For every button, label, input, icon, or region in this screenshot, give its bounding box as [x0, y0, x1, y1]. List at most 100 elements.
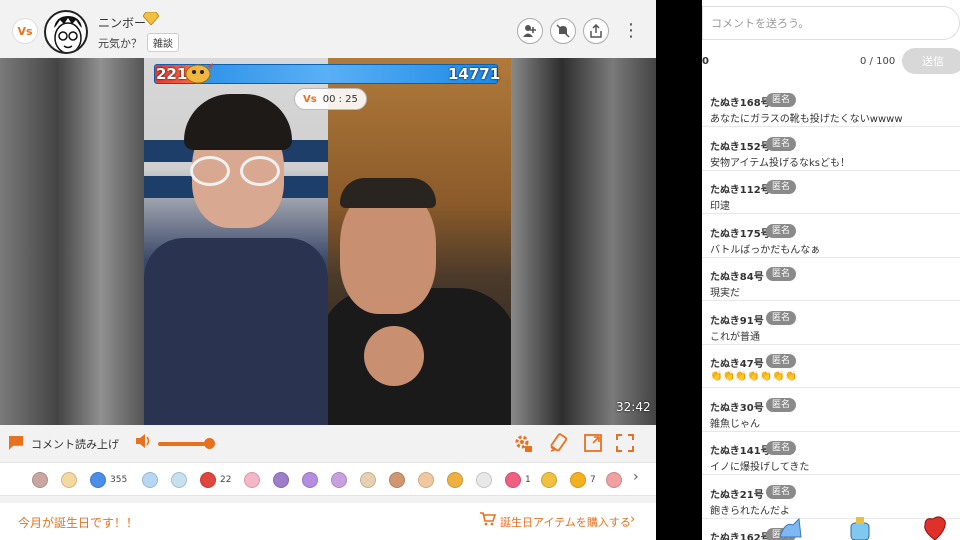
gift-count: 22	[220, 475, 232, 485]
comment-user[interactable]: たぬき30号	[710, 399, 764, 414]
comment-text: イノに爆投げしてきた	[710, 462, 810, 473]
gift-count: 1	[525, 475, 531, 485]
comment-item[interactable]: たぬき175号 匿名 バトルばっかだもんなぁ	[702, 215, 960, 258]
donut-icon	[331, 472, 347, 488]
gift-item[interactable]: 1	[505, 470, 531, 490]
chevron-right-icon[interactable]: ›	[630, 512, 635, 527]
buy-birthday-item-link[interactable]: 誕生日アイテムを購入する	[500, 514, 631, 530]
genre-tag[interactable]: 雑談	[147, 33, 179, 52]
comment-tts-label[interactable]: コメント読み上げ	[31, 436, 119, 452]
add-user-icon	[523, 25, 536, 37]
streamer-name[interactable]: ニンボー	[98, 14, 146, 31]
comment-item[interactable]: たぬき47号 匿名 👏👏👏👏👏👏👏	[702, 345, 960, 388]
comment-item[interactable]: たぬき91号 匿名 これが普通	[702, 302, 960, 345]
heart-gift-icon	[924, 516, 946, 540]
heart-box-icon	[200, 472, 216, 488]
comment-item[interactable]: たぬき168号 匿名 あなたにガラスの靴も投げたくないwwww	[702, 84, 960, 127]
gift-item[interactable]	[476, 470, 492, 490]
follow-button[interactable]	[517, 18, 543, 44]
stream-header: Vs ニンボー 元気か？ 雑談 ⋮	[0, 0, 656, 58]
gift-item[interactable]	[389, 470, 405, 490]
plate-icon	[171, 472, 187, 488]
battle-timer-value: 00 : 25	[322, 93, 358, 105]
gift-item[interactable]	[61, 470, 77, 490]
comment-user[interactable]: たぬき168号	[710, 94, 771, 109]
floating-gift-icons	[775, 515, 960, 540]
rotate-screen-icon[interactable]	[548, 433, 570, 455]
mute-notification-button[interactable]	[550, 18, 576, 44]
gift-item[interactable]	[32, 470, 48, 490]
comment-user[interactable]: たぬき141号	[710, 442, 771, 457]
comment-item[interactable]: たぬき141号 匿名 イノに爆投げしてきた	[702, 432, 960, 475]
violet-ball-icon	[302, 472, 318, 488]
comment-item[interactable]: たぬき84号 匿名 現実だ	[702, 258, 960, 301]
gift-item[interactable]	[418, 470, 434, 490]
comment-user[interactable]: たぬき162号	[710, 529, 771, 540]
gift-count: 7	[590, 475, 596, 485]
gift-item[interactable]	[331, 470, 347, 490]
glass-shoe-icon	[779, 517, 802, 538]
comment-user[interactable]: たぬき21号	[710, 486, 764, 501]
comment-user[interactable]: たぬき84号	[710, 268, 764, 283]
fullscreen-icon[interactable]	[614, 433, 636, 455]
volume-slider-knob[interactable]	[204, 438, 215, 449]
battle-vs-icon: Vs	[303, 93, 317, 105]
comment-item[interactable]: たぬき21号 匿名 飽きられたんだよ	[702, 476, 960, 519]
gift-item[interactable]	[273, 470, 289, 490]
send-button[interactable]: 送信	[902, 48, 960, 74]
gift-item[interactable]	[302, 470, 318, 490]
comment-user[interactable]: たぬき91号	[710, 312, 764, 327]
video-player[interactable]: 2210 14771 Vs 00 : 25 32:42	[0, 58, 656, 425]
gift-item[interactable]	[360, 470, 376, 490]
comment-user[interactable]: たぬき152号	[710, 138, 771, 153]
gift-item[interactable]: 7	[570, 470, 596, 490]
gift-item[interactable]	[541, 470, 557, 490]
coin-icon	[541, 472, 557, 488]
cake-icon	[61, 472, 77, 488]
battle-timer: Vs 00 : 25	[294, 88, 367, 110]
volume-icon[interactable]	[135, 433, 153, 453]
comment-panel: コメントを送ろう。 0 0 / 100 送信 たぬき168号 匿名 あなたにガラスの…	[702, 0, 960, 540]
gift-item[interactable]	[244, 470, 260, 490]
comment-tts-icon[interactable]	[9, 436, 23, 450]
more-menu-icon[interactable]: ⋮	[622, 20, 640, 42]
settings-icon[interactable]	[512, 433, 534, 455]
bell-off-icon	[556, 24, 570, 38]
comment-user[interactable]: たぬき47号	[710, 355, 764, 370]
comment-user[interactable]: たぬき175号	[710, 225, 771, 240]
share-button[interactable]	[583, 18, 609, 44]
gift-item[interactable]	[171, 470, 187, 490]
gift-item[interactable]	[142, 470, 158, 490]
cart-icon[interactable]	[480, 512, 497, 530]
vs-logo[interactable]: Vs	[12, 18, 38, 44]
cup-icon	[476, 472, 492, 488]
comment-text: これが普通	[710, 331, 760, 343]
anonymous-badge: 匿名	[766, 484, 797, 499]
battle-score-right: 14771	[448, 65, 501, 83]
perfume-icon	[850, 517, 870, 540]
stream-duration: 32:42	[616, 400, 651, 414]
gift-item[interactable]	[606, 470, 622, 490]
gift-item[interactable]: 22	[200, 470, 231, 490]
player-controls: コメント読み上げ	[0, 425, 656, 461]
comment-item[interactable]: たぬき112号 匿名 印逮	[702, 171, 960, 214]
opponent-camera	[328, 58, 511, 425]
bowl-icon	[32, 472, 48, 488]
comment-input[interactable]: コメントを送ろう。	[702, 6, 960, 40]
gift-next-icon[interactable]: ›	[633, 469, 639, 485]
comment-item[interactable]: たぬき152号 匿名 安物アイテム投げるなksども！	[702, 128, 960, 171]
comment-user[interactable]: たぬき112号	[710, 181, 771, 196]
comment-count-marker: 0	[702, 56, 709, 67]
gift-item[interactable]: 355	[90, 470, 127, 490]
streamer-hair	[184, 94, 292, 150]
comment-list[interactable]: たぬき168号 匿名 あなたにガラスの靴も投げたくないwwww たぬき152号 匿名 安物…	[702, 84, 960, 540]
volume-slider[interactable]	[158, 442, 205, 446]
comment-text: 👏👏👏👏👏👏👏	[710, 371, 798, 382]
gift-item[interactable]	[447, 470, 463, 490]
streamer-avatar[interactable]	[44, 10, 88, 54]
gift-count: 355	[110, 475, 128, 485]
candle-icon	[606, 472, 622, 488]
comment-text: 現実だ	[710, 288, 740, 299]
popout-icon[interactable]	[582, 433, 604, 455]
comment-item[interactable]: たぬき30号 匿名 雑魚じゃん	[702, 389, 960, 432]
